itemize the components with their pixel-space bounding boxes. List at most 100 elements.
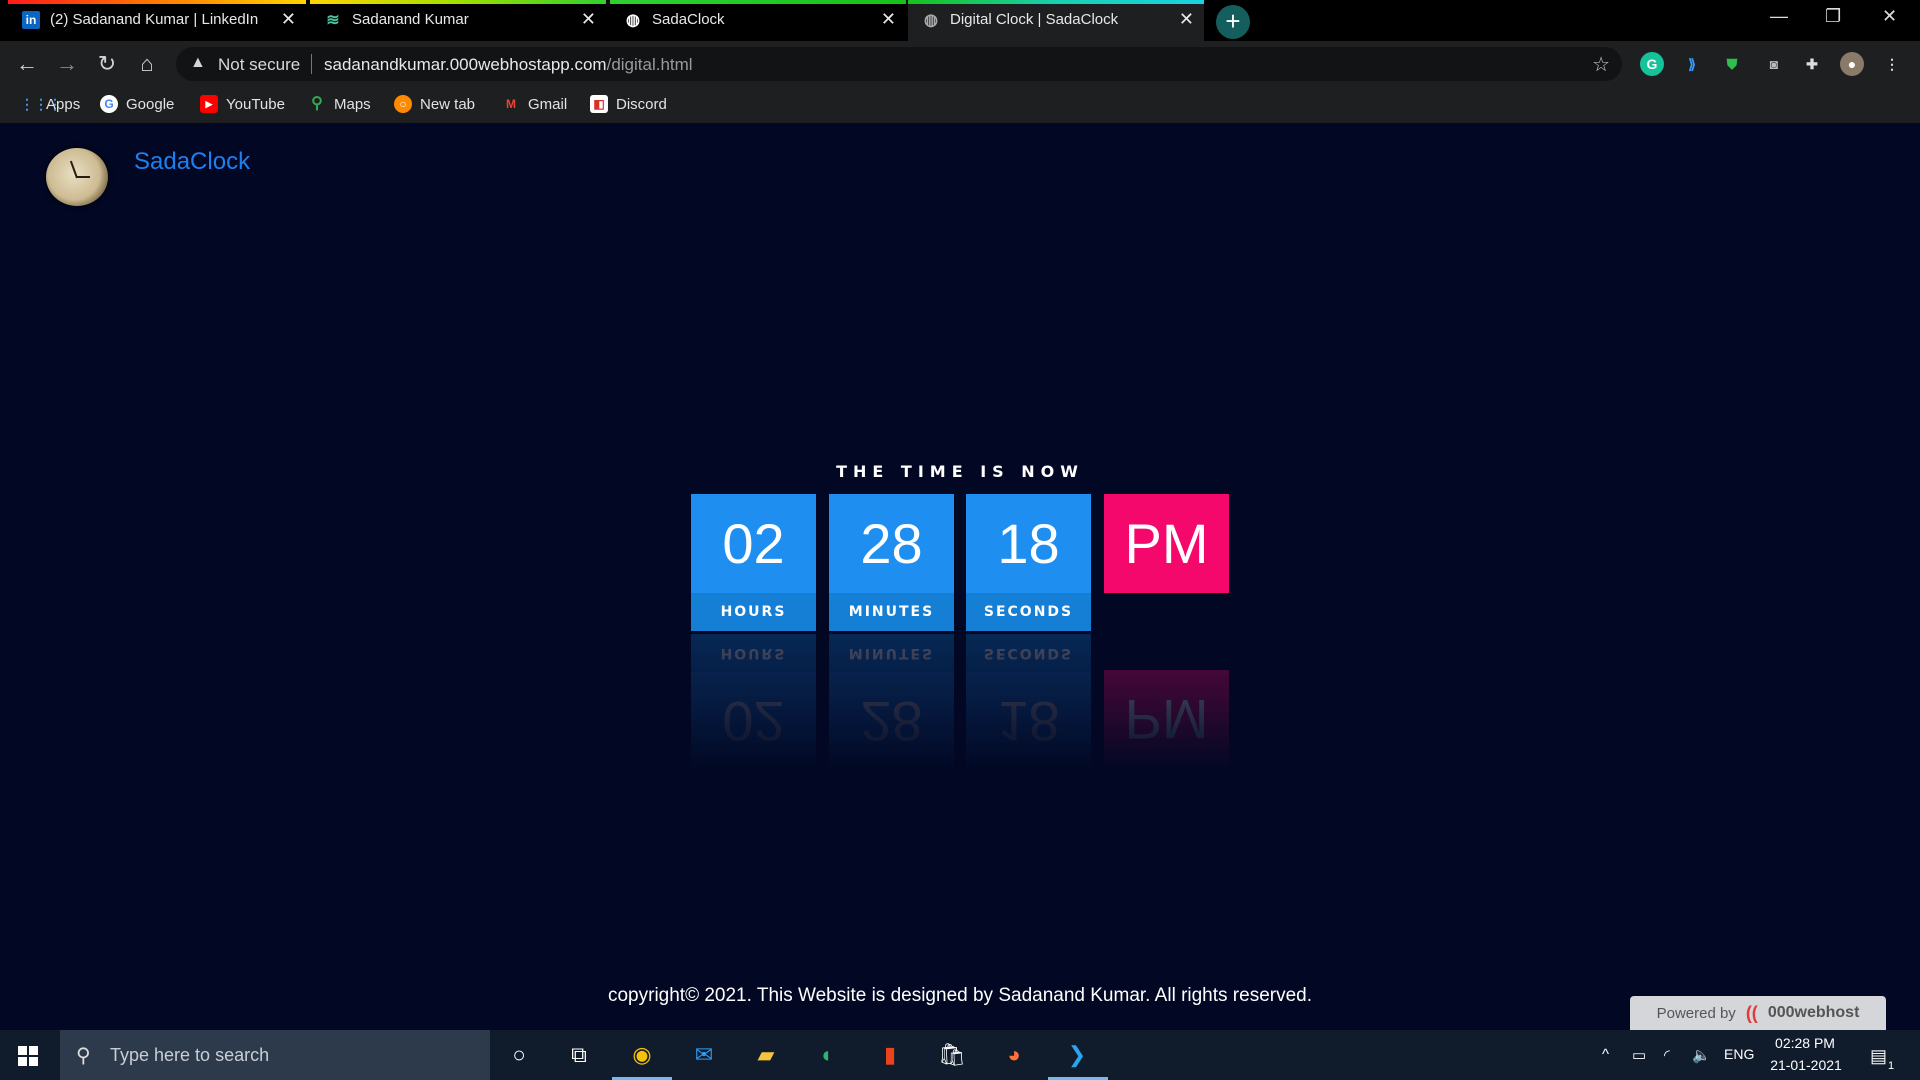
seconds-reflection: 18 SECONDS	[966, 631, 1091, 771]
meridiem-unit: PM	[1104, 494, 1229, 593]
url-path: /digital.html	[606, 55, 693, 74]
tab-title: (2) Sadanand Kumar | LinkedIn	[50, 11, 259, 28]
puzzle-icon[interactable]: ✚	[1800, 52, 1824, 76]
taskbar-search-box[interactable]: ⚲ Type here to search	[60, 1030, 490, 1080]
notification-icon[interactable]: ▤	[1870, 1046, 1887, 1067]
hours-reflection: 02 HOURS	[691, 631, 816, 771]
host-brand: 000webhost	[1767, 1004, 1860, 1021]
close-window-icon[interactable]: ✕	[1882, 6, 1897, 27]
discord-icon: ◧	[590, 95, 608, 113]
language-indicator[interactable]: ENG	[1724, 1046, 1754, 1062]
back-arrow-icon[interactable]: ←	[14, 51, 40, 77]
chevron-up-icon[interactable]: ^	[1602, 1046, 1609, 1063]
office-icon[interactable]: ▮	[874, 1039, 906, 1071]
meridiem-value: PM	[1104, 494, 1229, 593]
task-view-icon[interactable]: ⧉	[563, 1039, 595, 1071]
wifi-icon[interactable]: ◜	[1664, 1046, 1670, 1064]
close-icon[interactable]: ✕	[281, 9, 296, 30]
bookmark-discord[interactable]: ◧ Discord	[590, 95, 667, 113]
vscode-icon[interactable]: ❯	[1061, 1039, 1093, 1071]
hours-reflection-value: 02	[691, 672, 816, 771]
seconds-reflection-value: 18	[966, 672, 1091, 771]
bookmark-label: Google	[126, 95, 175, 113]
globe-icon: ◍	[626, 12, 640, 29]
url-text[interactable]: sadanandkumar.000webhostapp.com/digital.…	[324, 55, 693, 75]
reload-icon[interactable]: ↻	[94, 51, 120, 77]
windows-start-icon[interactable]	[18, 1046, 38, 1066]
notification-count: 1	[1888, 1060, 1895, 1072]
page-content: SadaClock THE TIME IS NOW 02 HOURS 28 MI…	[0, 123, 1920, 1030]
hours-label: HOURS	[691, 593, 816, 631]
bookmark-apps[interactable]: ⋮⋮⋮ Apps	[20, 95, 80, 113]
bookmark-new-tab[interactable]: ○ New tab	[394, 95, 475, 113]
minimize-icon[interactable]: —	[1770, 6, 1788, 27]
clock-logo-icon[interactable]	[46, 148, 108, 206]
tab-sadaclock[interactable]: ◍ SadaClock ✕	[610, 0, 906, 41]
bookmark-gmail[interactable]: M Gmail	[502, 95, 567, 113]
map-pin-icon: ⚲	[311, 95, 323, 112]
file-explorer-icon[interactable]: ▰	[750, 1039, 782, 1071]
bookmark-star-icon[interactable]: ☆	[1592, 52, 1610, 77]
close-icon[interactable]: ✕	[581, 9, 596, 30]
seconds-label: SECONDS	[966, 593, 1091, 631]
clock-heading: THE TIME IS NOW	[836, 462, 1084, 481]
bookmark-label: New tab	[420, 95, 476, 113]
mail-icon[interactable]: ✉	[688, 1039, 720, 1071]
divider	[311, 54, 312, 74]
profile-avatar[interactable]: ●	[1840, 52, 1864, 76]
volume-icon[interactable]: 🔈	[1692, 1046, 1711, 1064]
tab-linkedin[interactable]: in (2) Sadanand Kumar | LinkedIn ✕	[8, 0, 306, 41]
new-tab-button[interactable]: +	[1216, 5, 1250, 39]
firefox-icon[interactable]: ◕	[998, 1039, 1030, 1071]
apps-grid-icon: ⋮⋮⋮	[20, 96, 62, 112]
site-brand-link[interactable]: SadaClock	[134, 148, 250, 176]
globe-icon: ◍	[924, 12, 938, 29]
store-icon[interactable]: 🛍	[936, 1039, 968, 1071]
tab-accent-line	[310, 0, 606, 4]
restore-icon[interactable]: ❐	[1825, 6, 1841, 27]
taskbar-time[interactable]: 02:28 PM	[1770, 1035, 1840, 1051]
edge-icon[interactable]: ◐	[812, 1039, 844, 1071]
shield-icon[interactable]: ⛊	[1720, 52, 1744, 76]
security-label[interactable]: Not secure	[218, 55, 300, 75]
extension-badge-icon[interactable]: ◙	[1762, 52, 1786, 76]
bookmark-google[interactable]: G Google	[100, 95, 174, 113]
address-bar[interactable]: ▲ Not secure sadanandkumar.000webhostapp…	[176, 47, 1622, 81]
hours-reflection-label: HOURS	[691, 634, 816, 672]
tab-sadanand-kumar[interactable]: ≋ Sadanand Kumar ✕	[310, 0, 606, 41]
powered-by-badge[interactable]: Powered by (( 000webhost	[1630, 996, 1886, 1030]
warning-icon[interactable]: ▲	[190, 54, 206, 72]
taskbar-date[interactable]: 21-01-2021	[1764, 1057, 1848, 1073]
search-icon: ⚲	[76, 1045, 91, 1067]
grammarly-icon[interactable]: G	[1640, 52, 1664, 76]
tab-accent-line	[610, 0, 906, 4]
bookmark-maps[interactable]: ⚲ Maps	[308, 95, 371, 113]
tab-accent-line	[8, 0, 306, 4]
tab-title: Digital Clock | SadaClock	[950, 11, 1119, 28]
cortana-icon[interactable]: ○	[503, 1039, 535, 1071]
browser-tab-bar: in (2) Sadanand Kumar | LinkedIn ✕ ≋ Sad…	[0, 0, 1920, 41]
hours-value: 02	[691, 494, 816, 593]
close-icon[interactable]: ✕	[881, 9, 896, 30]
browser-toolbar: ← → ↻ ⌂ ▲ Not secure sadanandkumar.000we…	[0, 41, 1920, 87]
bookmark-label: Maps	[334, 95, 371, 113]
bookmarks-bar: ⋮⋮⋮ Apps G Google ▶ YouTube ⚲ Maps ○ New…	[0, 87, 1920, 123]
home-icon[interactable]: ⌂	[134, 51, 160, 77]
google-icon: G	[100, 95, 118, 113]
seconds-unit: 18 SECONDS	[966, 494, 1091, 631]
chrome-icon[interactable]: ◉	[626, 1039, 658, 1071]
close-icon[interactable]: ✕	[1179, 9, 1194, 30]
search-placeholder: Type here to search	[110, 1045, 270, 1065]
windows-taskbar: ⚲ Type here to search ○ ⧉ ◉ ✉ ▰ ◐ ▮ 🛍 ◕ …	[0, 1030, 1920, 1080]
audio-waves-icon[interactable]: ⟫	[1680, 52, 1704, 76]
seconds-reflection-label: SECONDS	[966, 634, 1091, 672]
battery-icon[interactable]: ▭	[1632, 1046, 1646, 1064]
minutes-value: 28	[829, 494, 954, 593]
youtube-icon: ▶	[200, 95, 218, 113]
menu-icon[interactable]: ⋮	[1880, 52, 1904, 76]
bookmark-label: Gmail	[528, 95, 568, 113]
forward-arrow-icon[interactable]: →	[54, 51, 80, 77]
tab-digital-clock[interactable]: ◍ Digital Clock | SadaClock ✕	[908, 0, 1204, 41]
seconds-value: 18	[966, 494, 1091, 593]
bookmark-youtube[interactable]: ▶ YouTube	[200, 95, 285, 113]
